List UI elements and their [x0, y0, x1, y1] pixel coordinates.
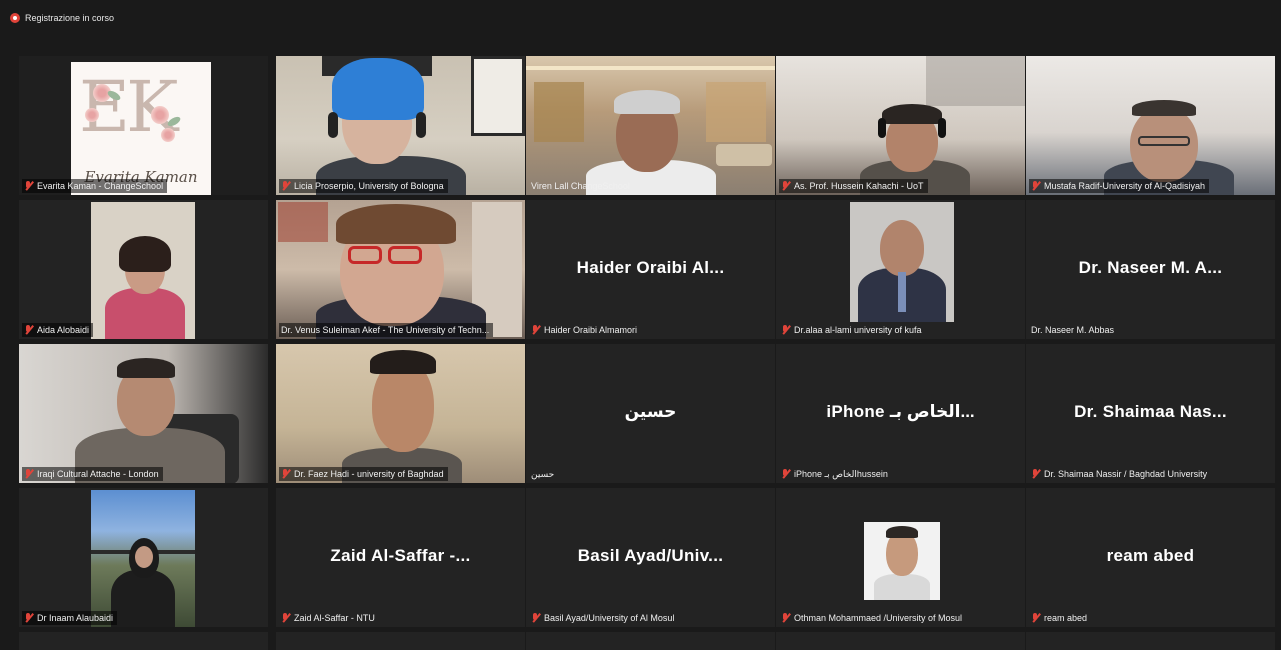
participant-name-placeholder: iPhone الخاص بـ... [826, 402, 975, 421]
participant-video [1026, 56, 1275, 195]
recording-label: Registrazione in corso [25, 13, 115, 23]
muted-microphone-icon [281, 181, 290, 191]
participant-name-label: Dr. Venus Suleiman Akef - The University… [279, 323, 494, 337]
participant-name-placeholder: ream abed [1106, 546, 1195, 565]
participant-name-label: Dr Inaam Alaubaidi [22, 611, 118, 625]
participant-tile[interactable]: Mustafa Radif-University of Al-Qadisiyah [1026, 56, 1275, 195]
participant-name-label: حسين [531, 468, 555, 479]
muted-microphone-icon [531, 613, 540, 623]
participant-tile[interactable]: As. Prof. Hussein Kahachi - UoT [776, 56, 1025, 195]
participant-video [776, 56, 1025, 195]
participant-tile[interactable] [776, 632, 1025, 650]
participant-tile[interactable]: Dr. Faez Hadi - university of Baghdad [276, 344, 525, 483]
participant-video: EK Evarita Kaman [19, 56, 268, 195]
participant-video [19, 344, 268, 483]
participant-name-placeholder: Dr. Shaimaa Nas... [1074, 402, 1227, 421]
participant-video [526, 56, 775, 195]
participant-tile[interactable]: حسين حسين [526, 344, 775, 483]
muted-microphone-icon [24, 325, 33, 335]
participant-name-label: Licia Proserpio, University of Bologna [279, 179, 448, 193]
muted-microphone-icon [781, 181, 790, 191]
participant-tile[interactable]: Dr. Shaimaa Nas... Dr. Shaimaa Nassir / … [1026, 344, 1275, 483]
participant-video [276, 200, 525, 339]
participant-tile[interactable]: Iraqi Cultural Attache - London [19, 344, 268, 483]
participant-tile[interactable]: Zaid Al-Saffar -... Zaid Al-Saffar - NTU [276, 488, 525, 627]
participant-name-label: Evarita Kaman - ChangeSchool [22, 179, 168, 193]
participant-name-label: As. Prof. Hussein Kahachi - UoT [779, 179, 928, 193]
participant-tile[interactable] [1026, 632, 1275, 650]
participant-tile[interactable]: Aida Alobaidi [19, 200, 268, 339]
muted-microphone-icon [281, 469, 290, 479]
muted-microphone-icon [1031, 613, 1040, 623]
muted-microphone-icon [1031, 469, 1040, 479]
profile-logo-image: EK Evarita Kaman [71, 62, 211, 195]
participant-name-label: Mustafa Radif-University of Al-Qadisiyah [1029, 179, 1210, 193]
participant-video [276, 344, 525, 483]
muted-microphone-icon [24, 469, 33, 479]
participant-video [276, 56, 525, 195]
participant-tile[interactable]: EK Evarita Kaman Evarita Kaman - ChangeS… [19, 56, 268, 195]
participant-tile[interactable]: ream abed ream abed [1026, 488, 1275, 627]
participant-name-placeholder: Dr. Naseer M. A... [1078, 258, 1223, 277]
recording-indicator[interactable]: Registrazione in corso [10, 10, 114, 26]
participant-name-label: Dr. Shaimaa Nassir / Baghdad University [1029, 467, 1211, 481]
participant-name-label: Aida Alobaidi [22, 323, 94, 337]
participant-tile[interactable]: Dr.alaa al-lami university of kufa [776, 200, 1025, 339]
muted-microphone-icon [24, 181, 33, 191]
recording-icon [10, 13, 20, 23]
participant-tile[interactable]: Dr Inaam Alaubaidi [19, 488, 268, 627]
muted-microphone-icon [781, 613, 790, 623]
muted-microphone-icon [531, 325, 540, 335]
participant-tile[interactable] [19, 632, 268, 650]
participant-tile[interactable]: Basil Ayad/Univ... Basil Ayad/University… [526, 488, 775, 627]
participant-name-label: ream abed [1029, 611, 1091, 625]
muted-microphone-icon [781, 325, 790, 335]
muted-microphone-icon [281, 613, 290, 623]
participant-video [776, 200, 1025, 339]
participant-name-placeholder: حسين [624, 402, 677, 421]
participant-name-placeholder: Basil Ayad/Univ... [577, 546, 724, 565]
participant-name-label: Haider Oraibi Almamori [529, 323, 641, 337]
meeting-gallery-view: Registrazione in corso EK Evarita Kaman [6, 6, 1278, 650]
participant-tile[interactable]: Dr. Naseer M. A... Dr. Naseer M. Abbas [1026, 200, 1275, 339]
muted-microphone-icon [781, 469, 790, 479]
participant-name-placeholder: Haider Oraibi Al... [576, 258, 725, 277]
participant-tile[interactable]: iPhone الخاص بـ... iPhone الخاص بـhussei… [776, 344, 1025, 483]
participant-name-label: Dr. Faez Hadi - university of Baghdad [279, 467, 448, 481]
participant-name-label: Dr. Naseer M. Abbas [1031, 325, 1115, 335]
participant-name-label: Basil Ayad/University of Al Mosul [529, 611, 678, 625]
participant-tile[interactable]: Othman Mohammaed /University of Mosul [776, 488, 1025, 627]
participant-tile[interactable] [526, 632, 775, 650]
participant-tile-active-speaker[interactable]: Dr. Venus Suleiman Akef - The University… [276, 200, 525, 339]
participant-name-label: iPhone الخاص بـhussein [779, 467, 892, 481]
participant-tile[interactable]: Licia Proserpio, University of Bologna [276, 56, 525, 195]
participant-name-label: Iraqi Cultural Attache - London [22, 467, 163, 481]
participant-tile[interactable] [276, 632, 525, 650]
participant-tile[interactable]: Viren Lall ChangeSchool [526, 56, 775, 195]
participant-video [19, 488, 268, 627]
participant-name-label: Viren Lall ChangeSchool [531, 181, 630, 191]
muted-microphone-icon [24, 613, 33, 623]
participant-tile[interactable]: Haider Oraibi Al... Haider Oraibi Almamo… [526, 200, 775, 339]
participant-name-label: Zaid Al-Saffar - NTU [279, 611, 379, 625]
participant-name-label: Othman Mohammaed /University of Mosul [779, 611, 966, 625]
participant-name-label: Dr.alaa al-lami university of kufa [779, 323, 926, 337]
participant-video [19, 200, 268, 339]
participant-name-placeholder: Zaid Al-Saffar -... [330, 546, 471, 565]
muted-microphone-icon [1031, 181, 1040, 191]
participant-video [776, 488, 1025, 627]
